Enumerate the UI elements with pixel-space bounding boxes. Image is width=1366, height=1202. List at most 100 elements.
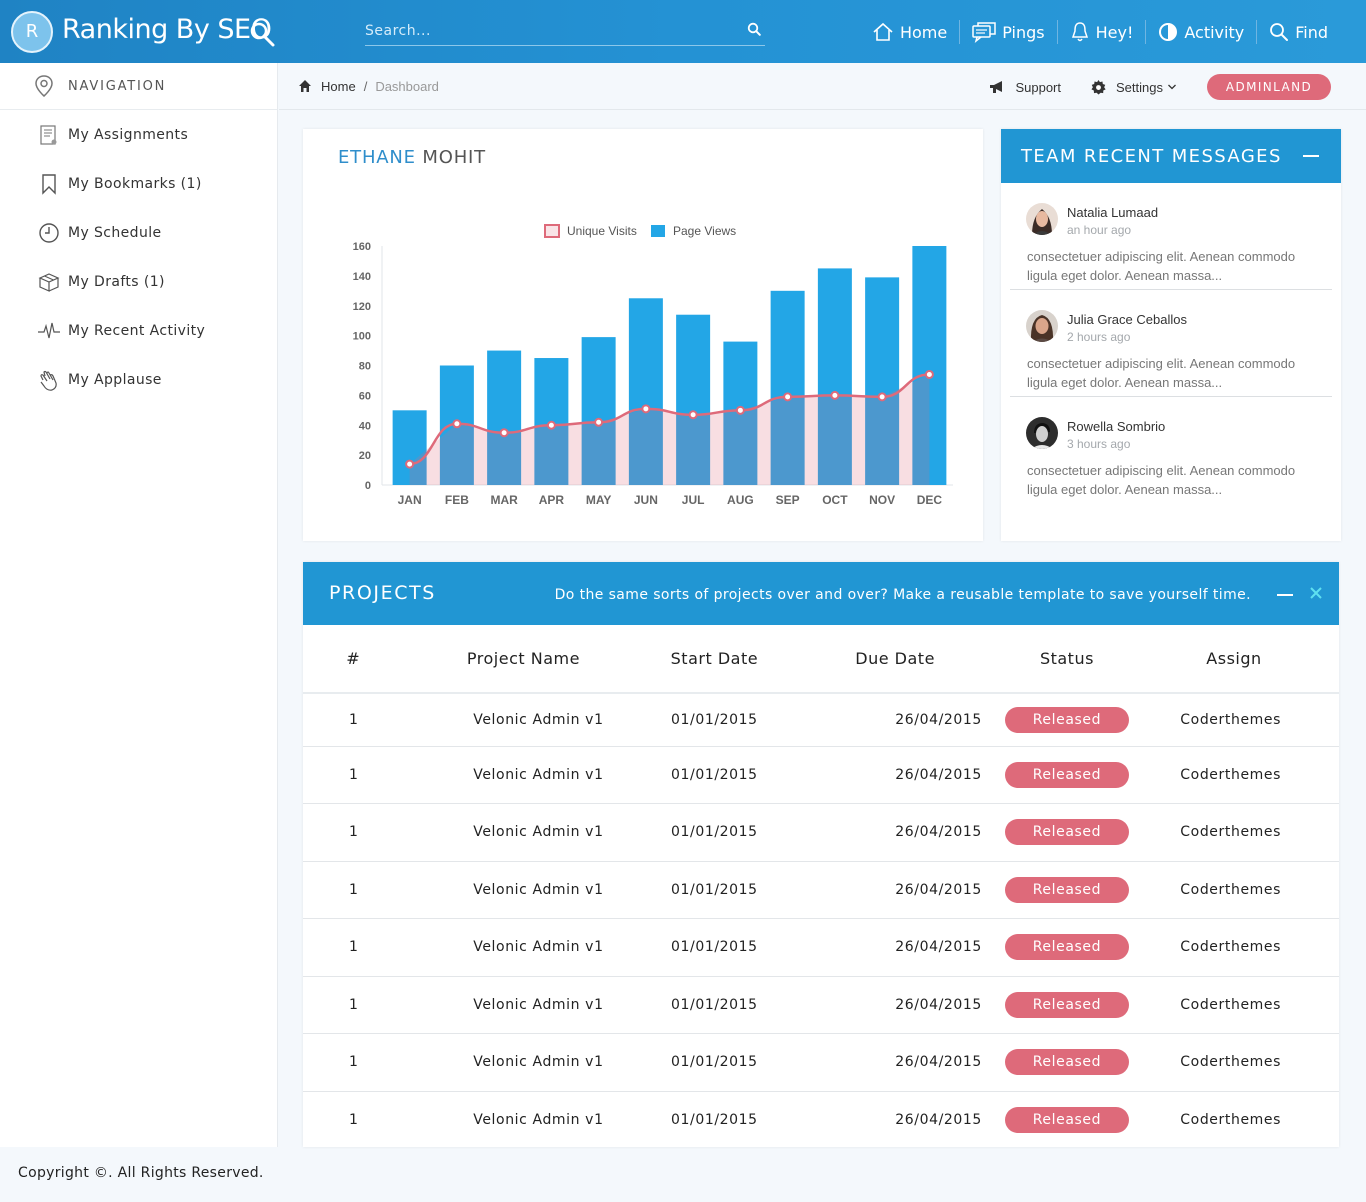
table-row[interactable]: 1 Velonic Admin v1 01/01/2015 26/04/2015…	[303, 1091, 1339, 1149]
point-unique-visits	[452, 419, 462, 429]
start-date: 01/01/2015	[643, 861, 786, 919]
column-header[interactable]: Project Name	[403, 625, 644, 694]
topnav-home[interactable]: Home	[860, 20, 959, 44]
search-icon	[1270, 23, 1289, 41]
legend-label-unique-visits: Unique Visits	[567, 224, 637, 238]
status-cell: Released	[1004, 803, 1129, 862]
x-tick-label: NOV	[869, 493, 895, 507]
x-tick-label: JUN	[634, 493, 658, 507]
bookmark-icon	[42, 173, 56, 195]
table-row[interactable]: 1 Velonic Admin v1 01/01/2015 26/04/2015…	[303, 803, 1339, 862]
sidebar-header: NAVIGATION	[0, 63, 277, 110]
search-icon[interactable]	[747, 22, 761, 36]
y-tick-label: 20	[359, 450, 371, 462]
close-icon[interactable]	[1308, 585, 1324, 601]
message-item[interactable]: Julia Grace Ceballos 2 hours ago consect…	[1010, 290, 1332, 397]
table-row[interactable]: 1 Velonic Admin v1 01/01/2015 26/04/2015…	[303, 693, 1339, 747]
sidebar-item-recent-activity[interactable]: My Recent Activity	[0, 306, 277, 355]
sidebar-item-label: My Bookmarks (1)	[68, 175, 202, 192]
sidebar-item-applause[interactable]: My Applause	[0, 355, 277, 404]
topnav-find[interactable]: Find	[1256, 20, 1340, 44]
table-row[interactable]: 1 Velonic Admin v1 01/01/2015 26/04/2015…	[303, 1033, 1339, 1092]
column-header[interactable]: Start Date	[643, 625, 786, 694]
status-cell: Released	[1004, 976, 1129, 1034]
settings-dropdown[interactable]: Settings	[1091, 79, 1177, 95]
table-row[interactable]: 1 Velonic Admin v1 01/01/2015 26/04/2015…	[303, 861, 1339, 919]
due-date: 26/04/2015	[785, 976, 1005, 1034]
x-tick-label: APR	[539, 493, 565, 507]
x-tick-label: JUL	[682, 493, 705, 507]
x-tick-label: MAR	[490, 493, 518, 507]
team-messages-card: TEAM RECENT MESSAGES Natalia Lumaad an h…	[1001, 129, 1341, 541]
sidebar-item-bookmarks[interactable]: My Bookmarks (1)	[0, 159, 277, 208]
table-row[interactable]: 1 Velonic Admin v1 01/01/2015 26/04/2015…	[303, 918, 1339, 977]
team-messages-title: TEAM RECENT MESSAGES	[1021, 145, 1282, 167]
x-tick-label: DEC	[917, 493, 943, 507]
adminland-button[interactable]: ADMINLAND	[1207, 74, 1331, 100]
message-author: Rowella Sombrio	[1067, 419, 1166, 434]
status-badge: Released	[1004, 934, 1129, 961]
column-header[interactable]: Status	[1004, 625, 1129, 694]
chat-bubbles-icon	[972, 22, 996, 43]
footer-copyright: Copyright ©. All Rights Reserved.	[18, 1165, 264, 1181]
topnav-activity[interactable]: Activity	[1145, 20, 1256, 44]
visits-chart: 0 20 40 60 80 100 120 140 160 JAN FEB MAR APR MAY JUN J…	[353, 224, 953, 507]
assignment-icon	[40, 124, 57, 145]
table-row[interactable]: 1 Velonic Admin v1 01/01/2015 26/04/2015…	[303, 976, 1339, 1034]
due-date: 26/04/2015	[785, 693, 1005, 747]
row-number: 1	[303, 746, 404, 804]
search-input[interactable]	[365, 18, 735, 44]
message-item[interactable]: Natalia Lumaad an hour ago consectetuer …	[1010, 183, 1332, 290]
logo-avatar[interactable]: R	[11, 11, 53, 53]
home-icon	[299, 80, 311, 92]
message-item[interactable]: Rowella Sombrio 3 hours ago consectetuer…	[1010, 397, 1332, 504]
top-bar: R Ranking By SEO Home Pings Hey! Activit…	[0, 0, 1366, 63]
x-tick-label: MAY	[586, 493, 612, 507]
support-label: Support	[1015, 79, 1062, 95]
avatar	[1026, 203, 1058, 235]
support-link[interactable]: Support	[989, 80, 1061, 95]
topnav-hey[interactable]: Hey!	[1056, 20, 1146, 44]
legend-label-page-views: Page Views	[673, 224, 736, 238]
team-messages-header: TEAM RECENT MESSAGES	[1001, 129, 1341, 183]
due-date: 26/04/2015	[785, 1033, 1005, 1092]
point-unique-visits	[641, 404, 651, 414]
projects-tip: Do the same sorts of projects over and o…	[554, 587, 1251, 603]
status-badge: Released	[1004, 991, 1129, 1018]
legend-swatch-unique-visits	[544, 224, 560, 238]
x-tick-label: JAN	[398, 493, 422, 507]
status-badge: Released	[1004, 706, 1129, 733]
brand-name[interactable]: Ranking By SEO	[62, 14, 272, 45]
sidebar-item-assignments[interactable]: My Assignments	[0, 110, 277, 159]
start-date: 01/01/2015	[643, 976, 786, 1034]
megaphone-icon	[990, 81, 1003, 93]
column-header[interactable]: #	[303, 625, 404, 694]
status-cell: Released	[1004, 1091, 1129, 1149]
point-unique-visits	[546, 420, 556, 430]
column-header[interactable]: Assign	[1128, 625, 1339, 694]
y-tick-label: 80	[359, 361, 371, 373]
project-name: Velonic Admin v1	[403, 693, 644, 747]
status-badge: Released	[1004, 1107, 1129, 1133]
breadcrumb-home-link[interactable]: Home	[321, 79, 356, 94]
sidebar-item-label: My Applause	[68, 371, 162, 388]
sidebar-item-drafts[interactable]: My Drafts (1)	[0, 257, 277, 306]
status-badge: Released	[1004, 1049, 1129, 1076]
column-header[interactable]: Due Date	[785, 625, 1005, 694]
projects-title: PROJECTS	[329, 582, 436, 604]
project-name: Velonic Admin v1	[473, 1112, 604, 1128]
message-author: Natalia Lumaad	[1067, 205, 1159, 220]
settings-label: Settings	[1116, 79, 1163, 95]
chevron-down-icon	[1168, 84, 1176, 90]
point-unique-visits	[877, 392, 887, 402]
table-row[interactable]: 1 Velonic Admin v1 01/01/2015 26/04/2015…	[303, 746, 1339, 804]
topnav-pings-label: Pings	[1002, 22, 1045, 42]
legend-swatch-page-views	[651, 225, 665, 237]
minimize-icon[interactable]	[1277, 594, 1293, 596]
minimize-icon[interactable]	[1303, 155, 1319, 157]
project-name: Velonic Admin v1	[403, 976, 644, 1034]
y-tick-label: 60	[359, 390, 371, 402]
topnav-pings[interactable]: Pings	[959, 20, 1056, 44]
sidebar-item-schedule[interactable]: My Schedule	[0, 208, 277, 257]
due-date: 26/04/2015	[785, 803, 1005, 862]
